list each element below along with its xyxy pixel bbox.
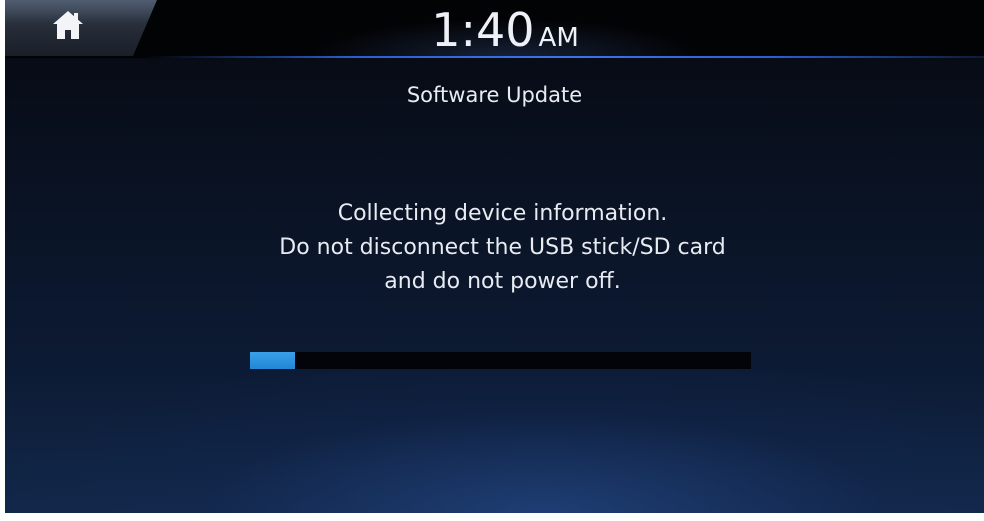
- progress-bar: [250, 352, 751, 369]
- message-line-2: Do not disconnect the USB stick/SD card: [279, 235, 726, 260]
- status-bar-divider: [145, 56, 984, 58]
- clock-ampm: AM: [538, 23, 579, 53]
- home-icon: [53, 11, 83, 39]
- clock-time: 1:40: [431, 3, 535, 57]
- bottom-border: [5, 513, 984, 521]
- progress-bar-fill: [250, 352, 296, 369]
- clock: 1:40 AM: [385, 2, 625, 58]
- head-unit-screen: 1:40 AM Software Update Collecting device…: [5, 0, 984, 521]
- message-line-1: Collecting device information.: [337, 201, 668, 226]
- home-button[interactable]: [5, 0, 157, 56]
- screen-background: 1:40 AM Software Update Collecting device…: [5, 0, 984, 513]
- page-title: Software Update: [406, 83, 583, 107]
- status-message: Collecting device information. Do not di…: [5, 197, 984, 299]
- status-bar: 1:40 AM: [5, 0, 984, 58]
- message-line-3: and do not power off.: [384, 269, 621, 294]
